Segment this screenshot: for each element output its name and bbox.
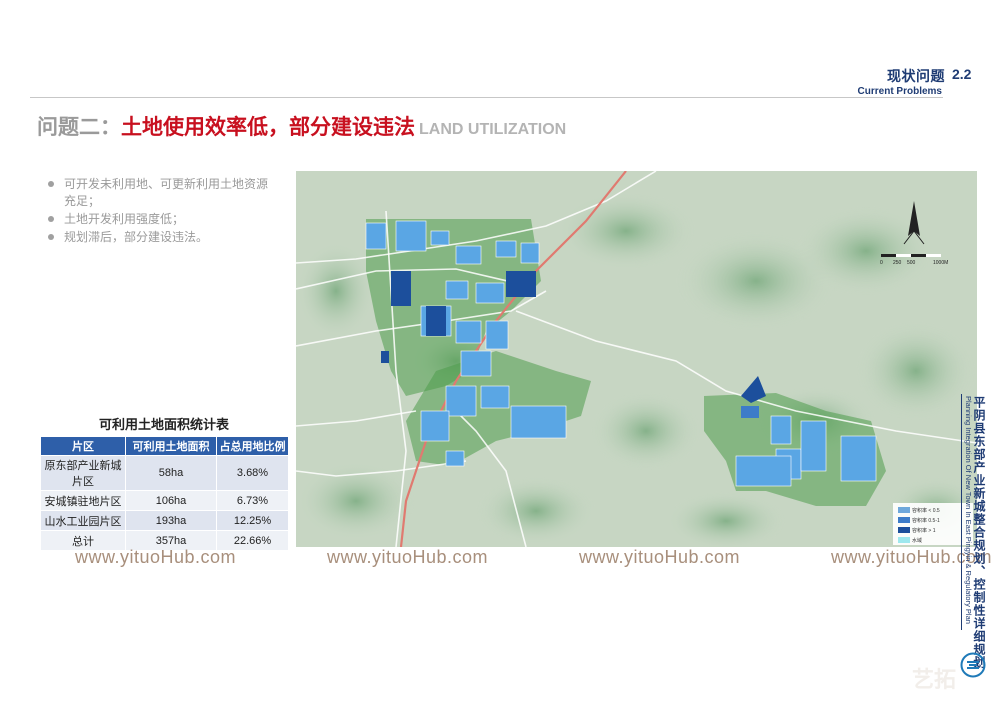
table-cell: 山水工业园片区 [40, 510, 126, 531]
table-header-cell: 片区 [40, 436, 126, 456]
land-use-map[interactable]: 0 250 500 1000M 容积率 < 0.5 容积率 0.5-1 容积率 … [296, 171, 977, 547]
bullet-item: 土地开发利用强度低； [46, 211, 278, 228]
table-header-cell: 占总用地比例 [216, 436, 289, 456]
legend-label: 容积率 0.5-1 [912, 518, 940, 524]
table-cell: 3.68% [216, 455, 289, 491]
table-cell: 193ha [125, 510, 217, 531]
scale-bar [881, 254, 941, 257]
section-number: 2.2 [952, 66, 972, 82]
table-cell: 原东部产业新城片区 [40, 455, 126, 491]
legend-labels: 容积率 < 0.5 容积率 0.5-1 容积率 > 1 水域 [912, 506, 940, 546]
title-prefix: 问题二： [37, 116, 121, 139]
table-cell: 12.25% [216, 510, 289, 531]
bullet-item: 规划滞后，部分建设违法。 [46, 229, 278, 246]
table-header-cell: 可利用土地面积 [125, 436, 217, 456]
page-title: 问题二：土地使用效率低，部分建设违法 LAND UTILIZATION [37, 111, 566, 141]
company-logo-icon [960, 652, 986, 678]
title-english: LAND UTILIZATION [419, 121, 567, 138]
land-statistics-table: 片区 可利用土地面积 占总用地比例 原东部产业新城片区 58ha 3.68% 安… [40, 436, 289, 551]
table-title: 可利用土地面积统计表 [98, 417, 229, 432]
bullet-item: 可开发未利用地、可更新利用土地资源充足； [46, 176, 278, 210]
legend-label: 容积率 > 1 [912, 528, 936, 534]
section-title: 现状问题 [887, 68, 945, 84]
legend-swatch [898, 537, 910, 543]
legend-swatch [898, 527, 910, 533]
watermark-text: www.yituoHub.com [327, 547, 489, 567]
legend-label: 水域 [912, 538, 923, 544]
table-header-row: 片区 可利用土地面积 占总用地比例 [40, 436, 289, 456]
table-cell: 58ha [125, 455, 217, 491]
bullet-list: 可开发未利用地、可更新利用土地资源充足； 土地开发利用强度低； 规划滞后，部分建… [46, 176, 278, 247]
scale-label: 0 [880, 260, 883, 266]
brand-watermark: 艺拓 [912, 667, 957, 692]
table-row: 安城镇驻地片区 106ha 6.73% [40, 490, 289, 511]
section-subtitle: Current Problems [857, 86, 942, 97]
scale-label: 1000M [933, 260, 949, 266]
side-title-chinese: 平阴县东部产业新城整合规划、控制性详细规划 [972, 396, 986, 669]
side-divider [961, 394, 962, 630]
legend-swatch [898, 517, 910, 523]
scale-label: 250 [893, 260, 902, 266]
scale-label: 500 [907, 260, 916, 266]
watermark-text: www.yituoHub.com [75, 547, 237, 567]
scale-labels: 0 250 500 1000M [880, 260, 950, 268]
table-row: 原东部产业新城片区 58ha 3.68% [40, 455, 289, 491]
table-cell: 106ha [125, 490, 217, 511]
table-cell: 6.73% [216, 490, 289, 511]
table-row: 山水工业园片区 193ha 12.25% [40, 510, 289, 531]
header-divider [30, 97, 943, 98]
map-canvas [296, 171, 977, 547]
table-cell: 安城镇驻地片区 [40, 490, 126, 511]
legend-swatch [898, 507, 910, 513]
legend-label: 容积率 < 0.5 [912, 508, 940, 514]
watermark-text: www.yituoHub.com [579, 547, 741, 567]
title-main: 土地使用效率低，部分建设违法 [121, 116, 415, 139]
